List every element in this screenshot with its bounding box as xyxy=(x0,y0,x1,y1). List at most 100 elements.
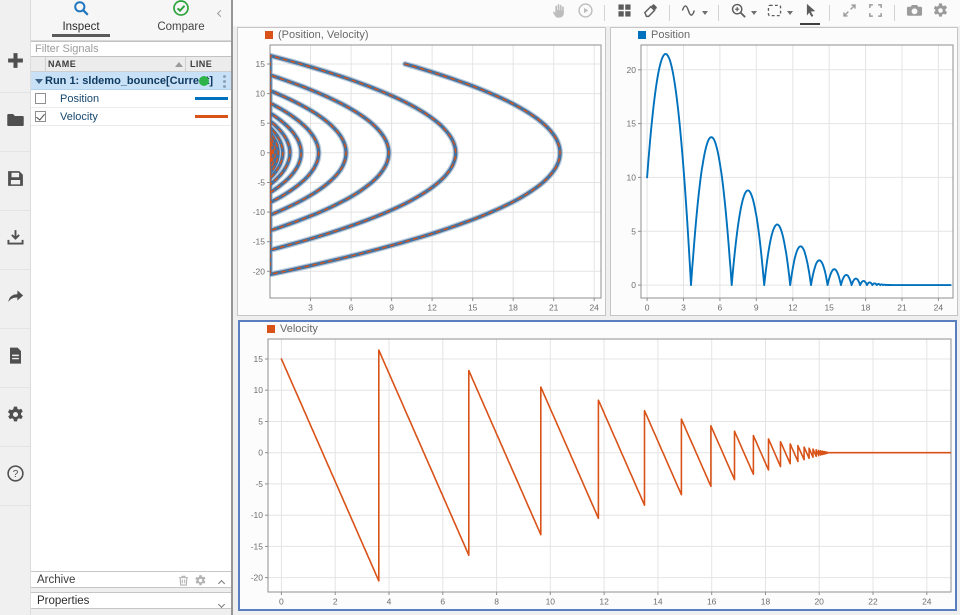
svg-text:21: 21 xyxy=(897,303,907,313)
signal-table-header[interactable]: NAME LINE xyxy=(31,57,231,72)
svg-text:12: 12 xyxy=(788,303,798,313)
svg-text:24: 24 xyxy=(934,303,944,313)
subplot-velocity[interactable]: Velocity024681012141618202224-20-15-10-5… xyxy=(238,320,957,611)
import-icon xyxy=(6,228,25,252)
run-row[interactable]: Run 1: sldemo_bounce[Current] xyxy=(31,72,231,90)
svg-text:6: 6 xyxy=(718,303,723,313)
svg-text:0: 0 xyxy=(279,597,284,607)
maximize-button[interactable] xyxy=(837,2,861,24)
zoom-in-icon xyxy=(730,2,747,24)
svg-text:5: 5 xyxy=(258,417,263,427)
toolbar-divider xyxy=(894,5,895,21)
signal-options-button[interactable] xyxy=(677,2,701,24)
export-button[interactable] xyxy=(0,270,30,329)
run-menu-icon[interactable] xyxy=(222,74,227,89)
plot-legend: Velocity xyxy=(240,322,955,336)
camera-icon xyxy=(906,2,923,24)
tab-inspect[interactable]: Inspect xyxy=(31,0,131,40)
svg-text:12: 12 xyxy=(427,303,437,313)
chart-canvas[interactable]: 024681012141618202224-20-15-10-5051015 xyxy=(240,336,955,609)
properties-bar[interactable]: Properties xyxy=(31,592,231,609)
svg-text:6: 6 xyxy=(349,303,354,313)
open-button[interactable] xyxy=(0,93,30,152)
tab-compare-label: Compare xyxy=(147,21,214,37)
subplot-layout-button[interactable] xyxy=(612,2,636,24)
svg-text:15: 15 xyxy=(824,303,834,313)
svg-text:18: 18 xyxy=(761,597,771,607)
export-icon xyxy=(6,287,25,311)
svg-text:10: 10 xyxy=(256,89,266,99)
import-button[interactable] xyxy=(0,211,30,270)
zoom-button[interactable] xyxy=(726,2,750,24)
report-icon xyxy=(6,346,25,370)
svg-text:5: 5 xyxy=(631,226,636,236)
signal-line-swatch[interactable] xyxy=(195,115,228,118)
panel-tabbar: Inspect Compare xyxy=(31,0,231,41)
app-root: ? Inspect Compare NAME LINE Run 1: sldem… xyxy=(0,0,960,615)
fit-to-view-button[interactable] xyxy=(762,2,786,24)
signal-line-swatch[interactable] xyxy=(195,97,228,100)
properties-label: Properties xyxy=(37,595,89,607)
chart-canvas[interactable]: 0369121518212405101520 xyxy=(611,42,957,315)
check-circle-icon xyxy=(172,0,190,19)
expand-caret-icon[interactable] xyxy=(35,79,43,84)
fullscreen-button[interactable] xyxy=(863,2,887,24)
svg-text:0: 0 xyxy=(258,448,263,458)
new-button[interactable] xyxy=(0,34,30,93)
subplot-position[interactable]: Position0369121518212405101520 xyxy=(610,27,958,316)
toolbar-divider xyxy=(669,5,670,21)
help-button[interactable]: ? xyxy=(0,447,30,506)
svg-text:6: 6 xyxy=(440,597,445,607)
collapse-archive-icon[interactable] xyxy=(219,577,224,589)
column-divider xyxy=(185,57,186,72)
tab-compare[interactable]: Compare xyxy=(131,0,231,40)
snapshot-button[interactable] xyxy=(902,2,926,24)
svg-text:18: 18 xyxy=(508,303,518,313)
svg-text:-10: -10 xyxy=(253,207,266,217)
column-header-name[interactable]: NAME xyxy=(48,59,76,69)
layout-icon xyxy=(616,2,633,24)
chart-canvas[interactable]: 3691215182124-20-15-10-5051015 xyxy=(238,42,605,315)
svg-text:8: 8 xyxy=(494,597,499,607)
svg-text:-5: -5 xyxy=(257,178,265,188)
save-button[interactable] xyxy=(0,152,30,211)
plot-legend: (Position, Velocity) xyxy=(238,28,605,42)
signal-row-position[interactable]: Position xyxy=(31,90,231,108)
tab-inspect-label: Inspect xyxy=(52,21,109,37)
signal-checkbox[interactable] xyxy=(35,111,46,122)
collapse-panel-icon[interactable] xyxy=(218,3,228,13)
svg-text:0: 0 xyxy=(631,280,636,290)
sort-ascending-icon[interactable] xyxy=(175,62,183,67)
pointer-mode-button[interactable] xyxy=(798,2,822,24)
expand-properties-icon[interactable] xyxy=(219,598,224,610)
chevron-down-icon[interactable] xyxy=(751,11,757,15)
search-icon xyxy=(72,0,90,19)
column-divider xyxy=(45,57,46,72)
toolbar-divider xyxy=(604,5,605,21)
subplot-phase[interactable]: (Position, Velocity)3691215182124-20-15-… xyxy=(237,27,606,316)
expand-icon xyxy=(841,2,858,24)
hand-icon xyxy=(551,2,568,24)
signal-checkbox[interactable] xyxy=(35,93,46,104)
clear-subplots-button[interactable] xyxy=(638,2,662,24)
legend-swatch xyxy=(638,31,646,39)
trash-icon[interactable] xyxy=(177,574,190,587)
chevron-down-icon[interactable] xyxy=(702,11,708,15)
create-report-button[interactable] xyxy=(0,329,30,388)
column-header-line[interactable]: LINE xyxy=(190,59,212,69)
preferences-button[interactable] xyxy=(0,388,30,447)
svg-text:21: 21 xyxy=(549,303,559,313)
svg-text:-15: -15 xyxy=(251,541,264,551)
legend-label: Velocity xyxy=(280,323,318,335)
plot-toolbar xyxy=(233,0,960,26)
replay-button xyxy=(573,2,597,24)
gear-icon[interactable] xyxy=(194,574,207,587)
plot-area: (Position, Velocity)3691215182124-20-15-… xyxy=(233,0,960,615)
signal-rows: PositionVelocity xyxy=(31,90,231,126)
svg-text:-10: -10 xyxy=(251,510,264,520)
chevron-down-icon[interactable] xyxy=(787,11,793,15)
plot-settings-button[interactable] xyxy=(928,2,952,24)
signal-row-velocity[interactable]: Velocity xyxy=(31,108,231,126)
archive-bar[interactable]: Archive xyxy=(31,571,231,588)
filter-signals-input[interactable] xyxy=(31,41,231,57)
